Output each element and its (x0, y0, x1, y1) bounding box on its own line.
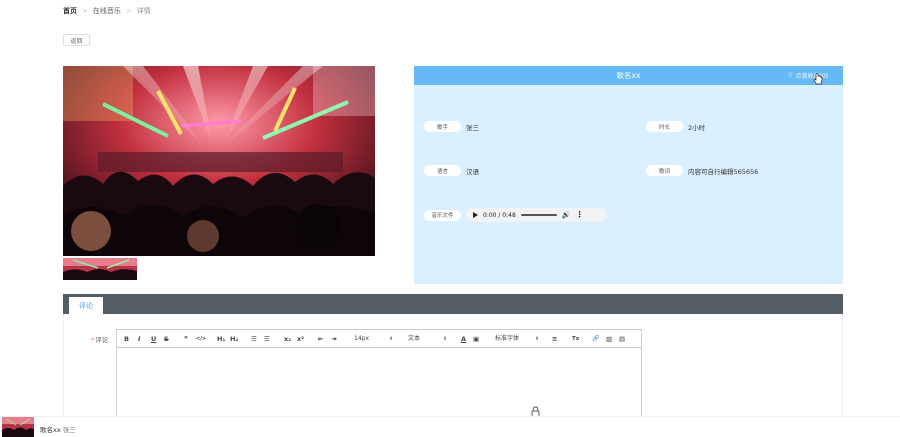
editor-toolbar: B I U S ❞ </> H₁ H₂ ☰ ☰ x₂ x² ⇤ ⇥ 14px ⬍… (117, 330, 641, 348)
audio-field: 音乐文件 0:00 / 0:48 🔊 ⋮ (424, 208, 607, 222)
duration-value: 2小时 (688, 123, 706, 132)
clean-format-button[interactable]: Tx (572, 334, 579, 344)
breadcrumb-home[interactable]: 首页 (63, 6, 77, 16)
lyrics-value: 内容可自行编辑565656 (688, 167, 759, 176)
strike-button[interactable]: S (164, 334, 169, 344)
breadcrumb-section[interactable]: 在线音乐 (93, 6, 121, 16)
more-options-icon[interactable]: ⋮ (576, 211, 584, 219)
quote-button[interactable]: ❞ (184, 334, 188, 344)
breadcrumb-separator: > (82, 7, 88, 15)
audio-progress-slider[interactable] (520, 214, 557, 216)
audio-label: 音乐文件 (424, 209, 461, 221)
h1-button[interactable]: H₁ (217, 334, 225, 344)
chevron-down-icon: ⬍ (443, 336, 448, 342)
lyrics-label: 歌词 (646, 165, 683, 176)
image-button[interactable]: ▨ (606, 334, 612, 344)
bullet-list-button[interactable]: ☰ (264, 334, 270, 344)
header-select[interactable]: 文本 (408, 334, 420, 344)
bold-button[interactable]: B (124, 334, 129, 344)
breadcrumb-current: 详情 (136, 7, 151, 15)
song-cover-image (63, 66, 375, 256)
lyrics-field: 歌词 内容可自行编辑565656 (646, 165, 758, 176)
breadcrumb: 首页 > 在线音乐 > 详情 (63, 6, 151, 16)
thumbnail-image[interactable] (63, 258, 137, 280)
superscript-button[interactable]: x² (297, 334, 304, 344)
font-size-select[interactable]: 14px (354, 334, 369, 344)
h2-button[interactable]: H₂ (230, 334, 238, 344)
back-button[interactable]: 返回 (63, 34, 90, 46)
link-button[interactable]: 🔗 (592, 334, 599, 344)
song-title: 歌名xx (616, 71, 641, 80)
player-song-info: 歌名xx 张三 (40, 424, 76, 434)
volume-icon[interactable]: 🔊 (562, 211, 571, 219)
subscript-button[interactable]: x₂ (284, 334, 291, 344)
play-icon[interactable] (473, 212, 478, 218)
underline-button[interactable]: U (151, 334, 156, 344)
song-info-header: 歌名xx ☆ 点我收藏(0) (414, 66, 843, 85)
code-button[interactable]: </> (196, 334, 206, 344)
language-label: 语言 (424, 165, 461, 176)
indent-button[interactable]: ⇥ (331, 334, 336, 344)
font-family-select[interactable]: 标准字体 (495, 334, 519, 344)
chevron-down-icon: ⬍ (389, 336, 394, 342)
singer-field: 歌手 张三 (424, 121, 479, 132)
song-info-panel: 歌名xx ☆ 点我收藏(0) 歌手 张三 时长 2小时 语言 汉语 歌词 内容可… (414, 66, 843, 284)
language-value: 汉语 (466, 167, 479, 176)
italic-button[interactable]: I (138, 334, 140, 344)
language-field: 语言 汉语 (424, 165, 479, 176)
comment-label-text: 评论 (95, 336, 109, 344)
video-button[interactable]: ▤ (619, 334, 625, 344)
tabs-bar: 评论 (63, 294, 843, 314)
duration-label: 时长 (646, 121, 683, 132)
favorite-label: 点我收藏(0) (795, 73, 829, 80)
player-song-title: 歌名xx (40, 426, 61, 434)
star-icon: ☆ (787, 71, 794, 79)
duration-field: 时长 2小时 (646, 121, 705, 132)
breadcrumb-separator: > (125, 7, 132, 15)
background-color-button[interactable]: ▣ (473, 334, 479, 344)
font-color-button[interactable]: A (461, 334, 466, 344)
singer-value: 张三 (466, 123, 479, 132)
player-cover-thumbnail[interactable] (2, 417, 34, 437)
required-mark: * (91, 336, 95, 344)
audio-player[interactable]: 0:00 / 0:48 🔊 ⋮ (466, 208, 607, 222)
audio-time: 0:00 / 0:48 (483, 211, 516, 219)
comment-label: *评论 (91, 334, 108, 344)
rich-text-editor: B I U S ❞ </> H₁ H₂ ☰ ☰ x₂ x² ⇤ ⇥ 14px ⬍… (116, 329, 642, 424)
outdent-button[interactable]: ⇤ (318, 334, 323, 344)
chevron-down-icon: ⬍ (535, 336, 540, 342)
tab-comment[interactable]: 评论 (69, 297, 103, 314)
hand-cursor-icon (813, 73, 823, 85)
singer-label: 歌手 (424, 121, 461, 132)
align-button[interactable]: ≡ (552, 334, 557, 344)
ordered-list-button[interactable]: ☰ (251, 334, 257, 344)
player-singer: 张三 (62, 426, 76, 434)
bottom-player-bar (0, 416, 900, 437)
